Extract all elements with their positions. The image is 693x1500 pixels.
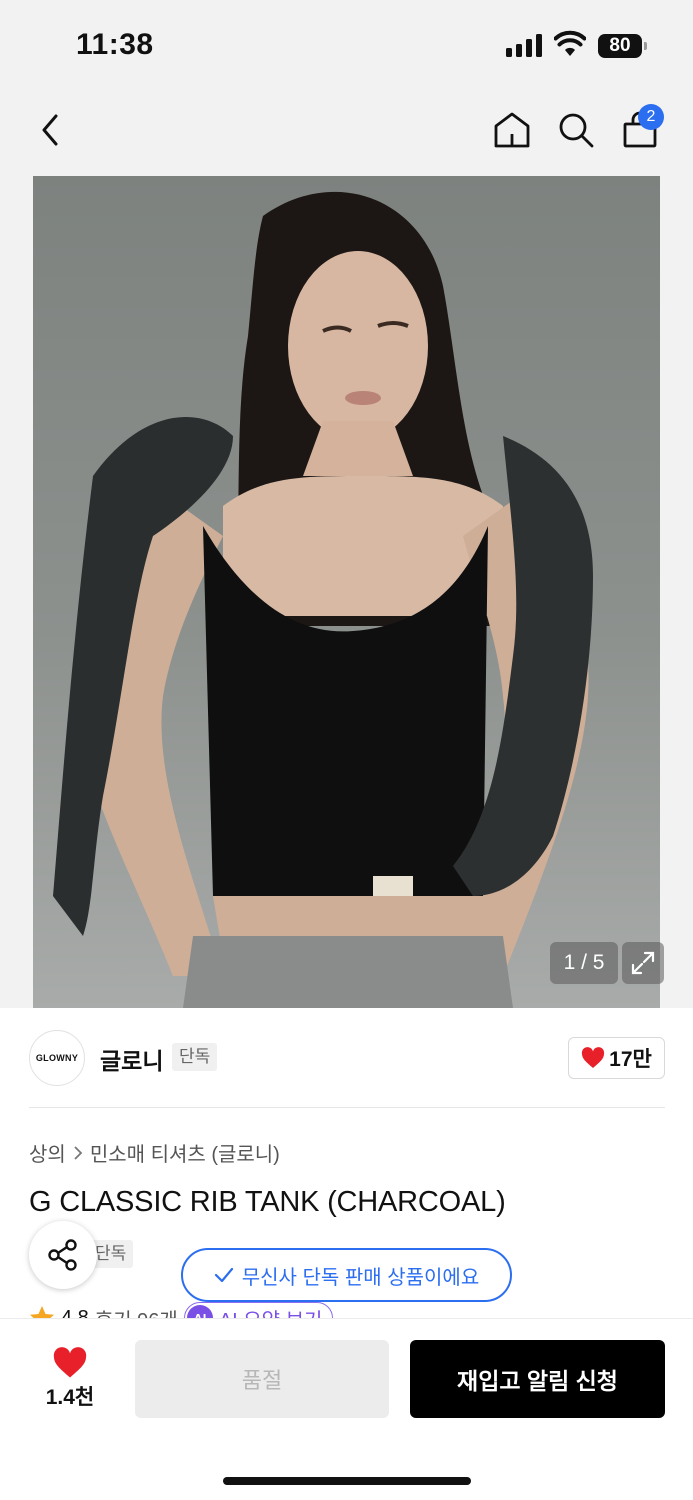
expand-button[interactable]	[622, 942, 664, 984]
brand-logo[interactable]: GLOWNY	[29, 1030, 85, 1086]
wishlist-button[interactable]: 1.4천	[30, 1340, 110, 1418]
brand-exclusive-tag: 단독	[172, 1043, 218, 1071]
chevron-right-icon	[74, 1145, 83, 1160]
heart-icon	[53, 1347, 87, 1378]
product-title: G CLASSIC RIB TANK (CHARCOAL)	[29, 1186, 506, 1218]
home-button[interactable]	[488, 106, 536, 154]
status-bar: 11:38 80	[0, 0, 693, 92]
product-gallery[interactable]	[0, 176, 693, 1008]
ai-summary-button[interactable]: AI AI 요약 보기	[183, 1302, 334, 1319]
wifi-icon	[554, 30, 586, 56]
ai-badge-icon: AI	[186, 1305, 213, 1318]
review-count-link[interactable]: 후기 96개	[95, 1304, 178, 1319]
wishlist-count: 1.4천	[45, 1386, 95, 1409]
search-icon	[559, 113, 594, 148]
brand-like-button[interactable]: 17만	[568, 1037, 665, 1079]
breadcrumb: 상의 민소매 티셔츠 (글로니)	[29, 1138, 280, 1167]
rating-row: 4.8 후기 96개 AI AI 요약 보기	[29, 1300, 429, 1318]
rating-value: 4.8	[61, 1306, 89, 1319]
status-time: 11:38	[76, 28, 154, 61]
product-photo[interactable]	[33, 176, 660, 1008]
breadcrumb-subcategory[interactable]: 민소매 티셔츠 (글로니)	[90, 1138, 280, 1167]
battery-level: 80	[598, 34, 642, 58]
exclusive-toast: 무신사 단독 판매 상품이에요	[181, 1248, 512, 1302]
heart-icon	[582, 1047, 605, 1068]
home-icon	[494, 112, 530, 148]
search-button[interactable]	[552, 106, 600, 154]
chevron-left-icon	[42, 114, 58, 146]
back-button[interactable]	[28, 108, 72, 152]
brand-name[interactable]: 글로니	[100, 1042, 163, 1076]
top-nav-bar	[0, 92, 693, 176]
share-icon	[48, 1239, 77, 1271]
image-counter: 1 / 5	[550, 942, 618, 984]
expand-icon	[631, 951, 655, 975]
cellular-signal-icon	[506, 33, 542, 57]
battery-cap	[644, 42, 647, 50]
ai-summary-label: AI 요약 보기	[219, 1304, 323, 1319]
restock-alert-button[interactable]: 재입고 알림 신청	[410, 1340, 665, 1418]
soldout-button[interactable]: 품절	[135, 1340, 389, 1418]
divider	[29, 1107, 665, 1108]
model-illustration	[53, 191, 593, 1008]
breadcrumb-category[interactable]: 상의	[29, 1138, 66, 1167]
cart-count-badge: 2	[638, 104, 664, 130]
check-icon	[214, 1267, 233, 1283]
home-indicator	[223, 1477, 471, 1485]
star-icon	[30, 1306, 54, 1318]
share-button[interactable]	[29, 1221, 97, 1289]
toast-text: 무신사 단독 판매 상품이에요	[241, 1266, 480, 1289]
brand-like-count: 17만	[609, 1048, 652, 1071]
